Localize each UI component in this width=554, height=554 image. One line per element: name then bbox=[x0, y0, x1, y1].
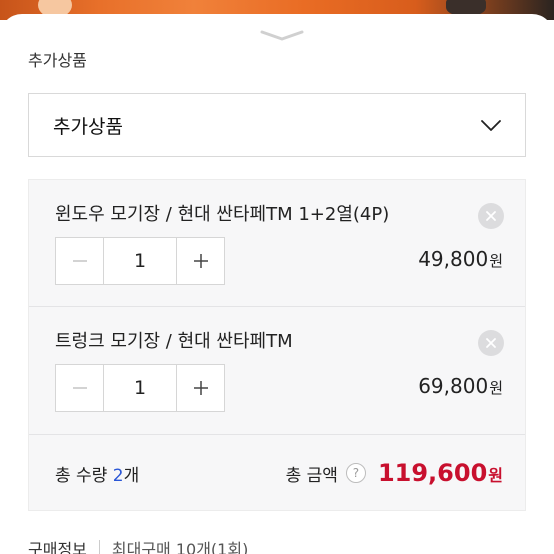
chevron-down-icon bbox=[481, 120, 501, 131]
total-quantity-unit: 개 bbox=[123, 465, 140, 486]
total-quantity: 총 수량 2개 bbox=[55, 461, 139, 486]
close-icon bbox=[486, 338, 496, 348]
purchase-info-value: 최대구매 10개(1회) bbox=[111, 540, 249, 554]
plus-icon bbox=[193, 254, 208, 268]
increase-button[interactable] bbox=[176, 365, 224, 411]
remove-item-button[interactable] bbox=[478, 330, 504, 356]
selected-item: 트렁크 모기장 / 현대 싼타페TM 1 69,800원 bbox=[29, 307, 525, 433]
item-price: 49,800원 bbox=[418, 247, 503, 271]
selected-items-panel: 윈도우 모기장 / 현대 싼타페TM 1+2열(4P) 1 49,800원 트렁… bbox=[28, 179, 526, 511]
total-price-number: 119,600 bbox=[377, 459, 488, 487]
item-name: 윈도우 모기장 / 현대 싼타페TM 1+2열(4P) bbox=[55, 204, 390, 225]
plus-icon bbox=[193, 381, 208, 395]
price-value: 69,800 bbox=[418, 374, 489, 398]
increase-button[interactable] bbox=[176, 238, 224, 284]
total-quantity-value: 2 bbox=[112, 465, 124, 486]
minus-icon bbox=[72, 260, 87, 262]
minus-icon bbox=[72, 387, 87, 389]
total-amount-value: 119,600원 bbox=[378, 459, 503, 487]
total-quantity-label: 총 수량 bbox=[55, 465, 113, 486]
decrease-button[interactable] bbox=[56, 238, 104, 284]
currency-unit: 원 bbox=[489, 379, 503, 397]
quantity-stepper: 1 bbox=[55, 237, 225, 285]
quantity-input[interactable]: 1 bbox=[104, 238, 176, 284]
quantity-stepper: 1 bbox=[55, 364, 225, 412]
currency-unit: 원 bbox=[488, 466, 503, 485]
purchase-info: 구매정보 최대구매 10개(1회) bbox=[28, 536, 248, 554]
section-label: 추가상품 bbox=[28, 51, 87, 70]
selected-item: 윈도우 모기장 / 현대 싼타페TM 1+2열(4P) 1 49,800원 bbox=[29, 180, 525, 306]
order-summary: 총 수량 2개 총 금액 ? 119,600원 bbox=[29, 435, 525, 511]
sheet-handle-icon[interactable] bbox=[258, 28, 306, 42]
page: 추가상품 추가상품 윈도우 모기장 / 현대 싼타페TM 1+2열(4P) 1 bbox=[0, 0, 554, 554]
price-value: 49,800 bbox=[418, 247, 489, 271]
add-product-select[interactable]: 추가상품 bbox=[28, 93, 526, 157]
close-icon bbox=[486, 211, 496, 221]
decrease-button[interactable] bbox=[56, 365, 104, 411]
item-price: 69,800원 bbox=[418, 374, 503, 398]
divider bbox=[98, 540, 100, 554]
currency-unit: 원 bbox=[489, 252, 503, 270]
purchase-info-label: 구매정보 bbox=[28, 540, 87, 554]
total-amount-label: 총 금액 bbox=[285, 465, 338, 486]
select-value: 추가상품 bbox=[53, 115, 123, 138]
help-icon[interactable]: ? bbox=[345, 463, 366, 483]
item-name: 트렁크 모기장 / 현대 싼타페TM bbox=[55, 331, 293, 352]
total-amount: 총 금액 ? 119,600원 bbox=[286, 459, 503, 487]
quantity-input[interactable]: 1 bbox=[104, 365, 176, 411]
remove-item-button[interactable] bbox=[478, 203, 504, 229]
